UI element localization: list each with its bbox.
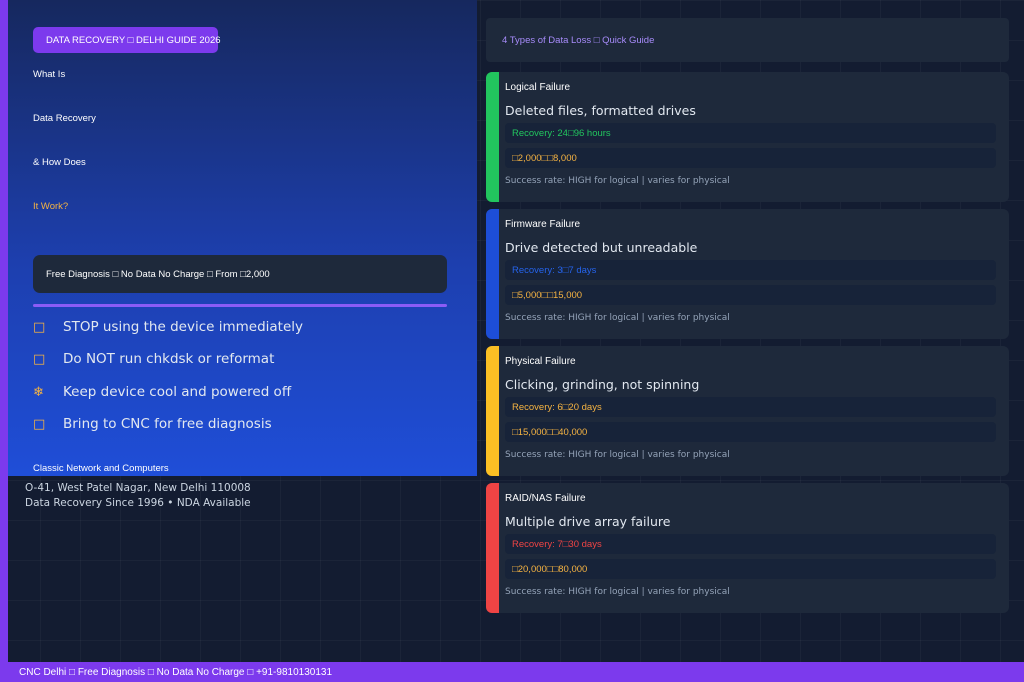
tip-item: □ STOP using the device immediately — [33, 317, 303, 337]
card-title: Clicking, grinding, not spinning — [505, 377, 700, 392]
recovery-time: Recovery: 3□7 days — [505, 260, 996, 280]
success-note: Success rate: HIGH for logical | varies … — [505, 176, 730, 186]
card-physical-failure: Physical Failure Clicking, grinding, not… — [486, 346, 1009, 476]
success-note: Success rate: HIGH for logical | varies … — [505, 313, 730, 323]
company-name: Classic Network and Computers — [33, 463, 169, 474]
success-note: Success rate: HIGH for logical | varies … — [505, 587, 730, 597]
title-line-4: It Work? — [33, 201, 69, 212]
hero-panel: DATA RECOVERY □ DELHI GUIDE 2026 What Is… — [8, 0, 477, 476]
tagline: Data Recovery Since 1996 • NDA Available — [25, 497, 251, 509]
stop-icon: □ — [33, 319, 46, 335]
success-note: Success rate: HIGH for logical | varies … — [505, 450, 730, 460]
snowflake-icon: ❄ — [33, 384, 44, 400]
tip-text: Bring to CNC for free diagnosis — [63, 416, 272, 432]
cost-range: □2,000□□8,000 — [505, 148, 996, 168]
tip-item: □ Bring to CNC for free diagnosis — [33, 414, 272, 434]
cost-range: □15,000□□40,000 — [505, 422, 996, 442]
footer-bar: CNC Delhi □ Free Diagnosis □ No Data No … — [0, 662, 1024, 682]
divider — [33, 304, 447, 307]
recovery-time: Recovery: 7□30 days — [505, 534, 996, 554]
title-line-2: Data Recovery — [33, 113, 96, 124]
card-stripe — [486, 483, 499, 613]
tip-text: Do NOT run chkdsk or reformat — [63, 351, 275, 367]
tip-item: □ Do NOT run chkdsk or reformat — [33, 349, 274, 369]
recovery-time: Recovery: 6□20 days — [505, 397, 996, 417]
cost-range: □20,000□□80,000 — [505, 559, 996, 579]
card-label: RAID/NAS Failure — [505, 493, 586, 504]
recovery-time: Recovery: 24□96 hours — [505, 123, 996, 143]
card-firmware-failure: Firmware Failure Drive detected but unre… — [486, 209, 1009, 339]
card-raid-nas-failure: RAID/NAS Failure Multiple drive array fa… — [486, 483, 1009, 613]
card-title: Deleted files, formatted drives — [505, 103, 696, 118]
guide-badge: DATA RECOVERY □ DELHI GUIDE 2026 — [33, 27, 221, 53]
promo-banner: Free Diagnosis □ No Data No Charge □ Fro… — [33, 255, 447, 293]
card-label: Firmware Failure — [505, 219, 581, 230]
guide-header: 4 Types of Data Loss □ Quick Guide — [486, 18, 1009, 62]
tip-item: ❄ Keep device cool and powered off — [33, 382, 291, 402]
card-label: Logical Failure — [505, 82, 571, 93]
tip-text: Keep device cool and powered off — [63, 384, 292, 400]
title-line-1: What Is — [33, 69, 66, 80]
no-entry-icon: □ — [33, 351, 46, 367]
shop-icon: □ — [33, 416, 46, 432]
left-accent-bar — [0, 0, 8, 662]
card-title: Drive detected but unreadable — [505, 240, 698, 255]
cost-range: □5,000□□15,000 — [505, 285, 996, 305]
title-line-3: & How Does — [33, 157, 86, 168]
card-title: Multiple drive array failure — [505, 514, 671, 529]
card-stripe — [486, 346, 499, 476]
card-stripe — [486, 72, 499, 202]
tip-text: STOP using the device immediately — [63, 319, 304, 335]
card-stripe — [486, 209, 499, 339]
address: O-41, West Patel Nagar, New Delhi 110008 — [25, 482, 251, 494]
card-logical-failure: Logical Failure Deleted files, formatted… — [486, 72, 1009, 202]
card-label: Physical Failure — [505, 356, 576, 367]
